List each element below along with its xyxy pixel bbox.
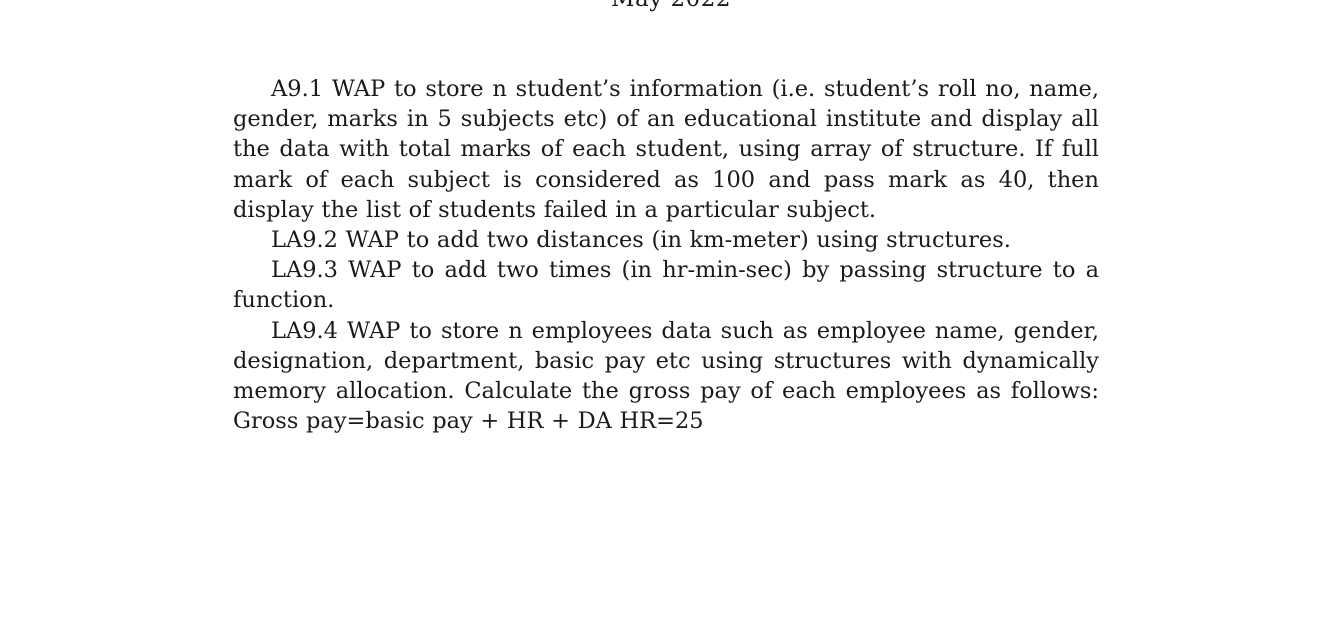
assignment-la9-4: LA9.4 WAP to store n employees data such…: [233, 317, 1099, 435]
document-page: May 2022 A9.1 WAP to store n student’s i…: [0, 0, 1342, 627]
header-date: May 2022: [0, 0, 1342, 14]
assignment-a9-1: A9.1 WAP to store n student’s informatio…: [233, 76, 1099, 223]
assignment-la9-2: LA9.2 WAP to add two distances (in km-me…: [271, 227, 1011, 254]
assignment-list: A9.1 WAP to store n student’s informatio…: [233, 74, 1099, 436]
assignment-la9-3: LA9.3 WAP to add two times (in hr-min-se…: [233, 257, 1099, 314]
